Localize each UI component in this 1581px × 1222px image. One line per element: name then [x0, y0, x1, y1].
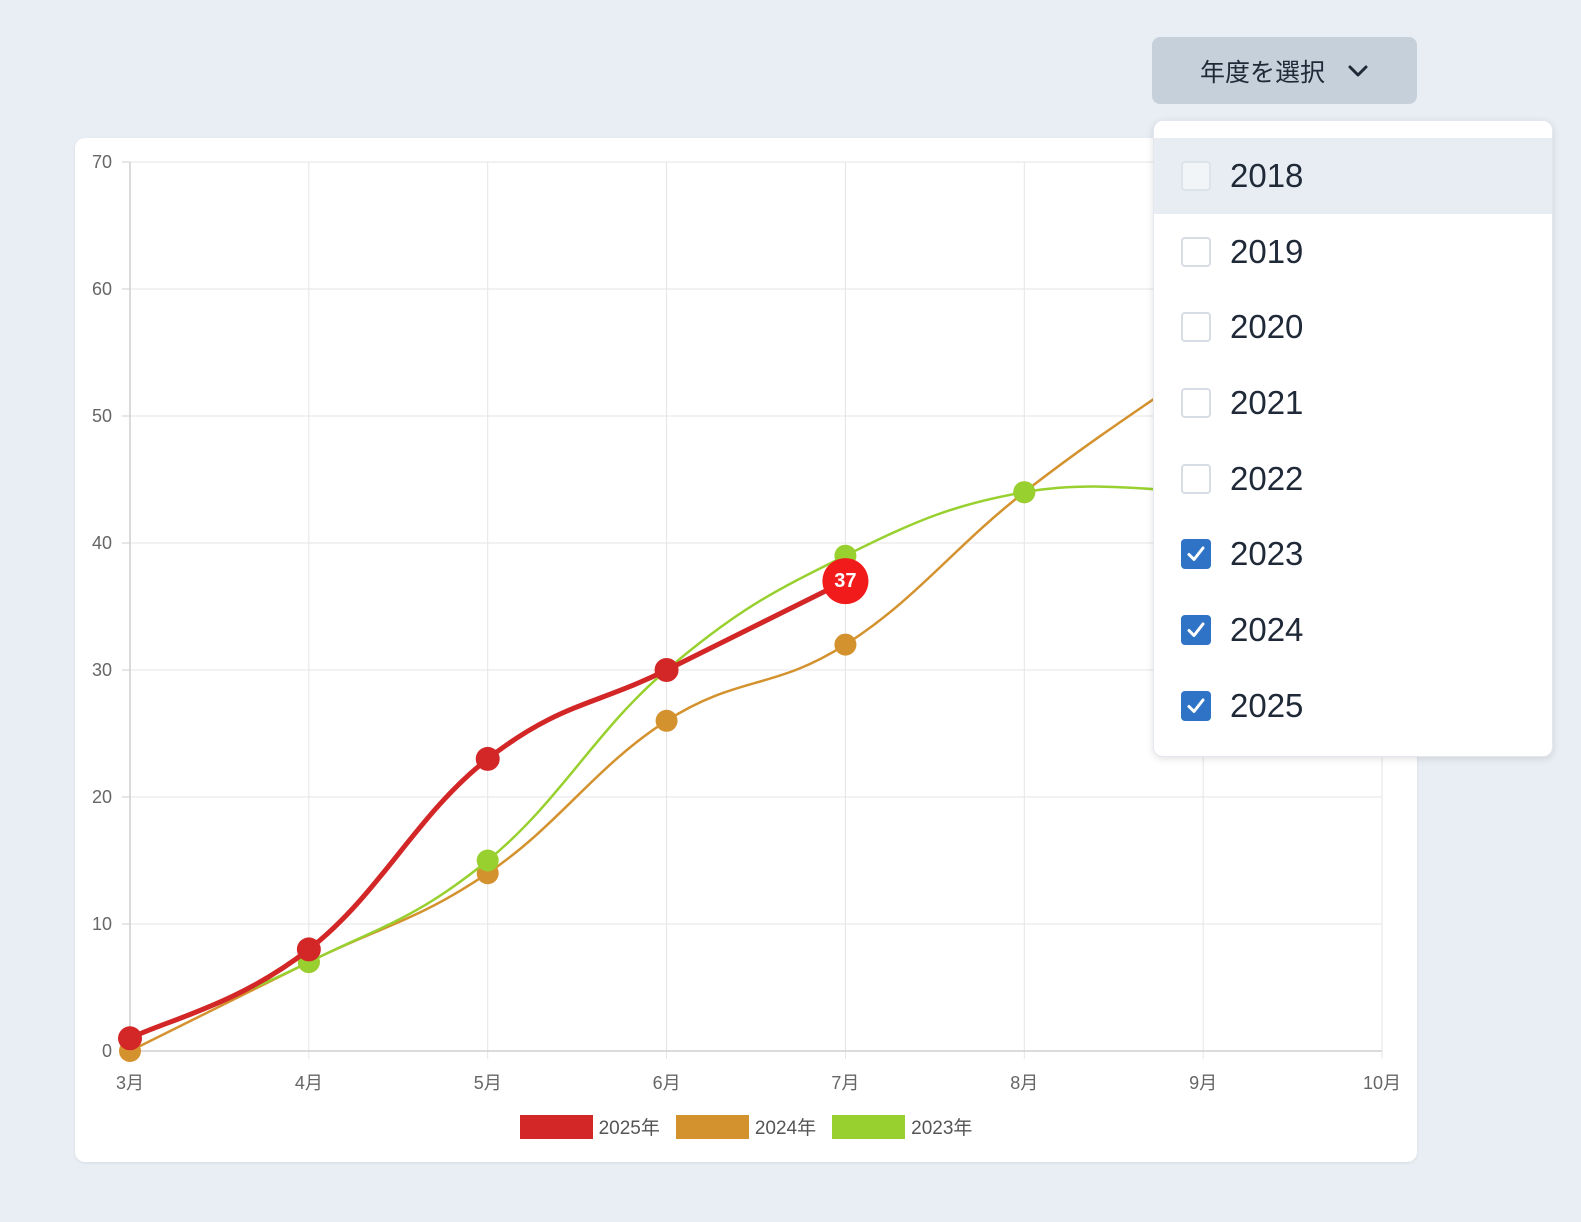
- checkbox-checked[interactable]: [1181, 539, 1211, 570]
- year-option-2023[interactable]: 2023: [1154, 516, 1552, 592]
- y-tick-label: 20: [92, 787, 112, 807]
- checkbox-unchecked[interactable]: [1181, 312, 1211, 343]
- legend-item[interactable]: 2024年: [675, 1113, 817, 1140]
- year-option-label: 2022: [1230, 459, 1304, 497]
- year-option-2020[interactable]: 2020: [1154, 289, 1552, 365]
- legend-label: 2023年: [911, 1118, 973, 1139]
- legend-item[interactable]: 2025年: [519, 1113, 660, 1140]
- legend-swatch: [832, 1114, 906, 1139]
- checkbox-unchecked[interactable]: [1181, 236, 1211, 267]
- year-option-label: 2021: [1230, 383, 1304, 421]
- checkbox-unchecked[interactable]: [1181, 463, 1211, 494]
- data-point-2025年: [475, 746, 500, 771]
- x-tick-label: 5月: [474, 1073, 502, 1093]
- year-option-2021[interactable]: 2021: [1154, 365, 1552, 441]
- checkmark-icon: [1187, 546, 1205, 562]
- checkbox-unchecked[interactable]: [1181, 387, 1211, 418]
- x-tick-label: 6月: [653, 1073, 681, 1093]
- y-tick-label: 40: [92, 533, 112, 553]
- data-point-2025年: [296, 937, 321, 962]
- year-option-label: 2019: [1230, 232, 1304, 270]
- data-point-2025年: [654, 658, 679, 682]
- x-tick-label: 8月: [1010, 1073, 1038, 1093]
- y-tick-label: 10: [92, 914, 112, 934]
- y-tick-label: 60: [92, 279, 112, 299]
- year-option-label: 2025: [1230, 686, 1304, 724]
- data-point-2024年: [655, 709, 678, 732]
- y-tick-label: 30: [92, 660, 112, 680]
- data-point-2023年: [476, 849, 499, 872]
- x-tick-label: 4月: [295, 1073, 323, 1093]
- year-option-2025[interactable]: 2025: [1154, 668, 1552, 744]
- checkbox-checked[interactable]: [1181, 614, 1211, 645]
- checkmark-icon: [1187, 698, 1205, 713]
- x-tick-label: 7月: [831, 1073, 859, 1093]
- y-tick-label: 70: [92, 152, 112, 172]
- y-tick-label: 0: [102, 1041, 112, 1061]
- year-option-2024[interactable]: 2024: [1154, 592, 1552, 668]
- year-option-label: 2024: [1230, 610, 1304, 648]
- legend-swatch: [675, 1114, 749, 1139]
- year-option-label: 2023: [1230, 535, 1304, 573]
- year-select-button[interactable]: 年度を選択: [1152, 37, 1417, 104]
- year-option-label: 2020: [1230, 308, 1304, 346]
- x-tick-label: 3月: [116, 1073, 144, 1093]
- data-point-2024年: [834, 633, 857, 656]
- legend-item[interactable]: 2023年: [832, 1113, 972, 1140]
- checkbox-unchecked[interactable]: [1181, 160, 1211, 191]
- year-option-2022[interactable]: 2022: [1154, 441, 1552, 517]
- year-select-label: 年度を選択: [1199, 57, 1325, 87]
- year-dropdown-menu: 2018 2019 2020 2021 2022 2023 2024 2025: [1153, 120, 1553, 757]
- data-point-2025年: [118, 1026, 142, 1051]
- chevron-down-icon: [1348, 65, 1368, 76]
- year-option-2019[interactable]: 2019: [1154, 214, 1552, 290]
- legend-label: 2024年: [754, 1118, 817, 1139]
- year-option-label: 2018: [1230, 156, 1304, 194]
- x-tick-label: 10月: [1363, 1073, 1401, 1093]
- legend-label: 2025年: [598, 1118, 660, 1139]
- checkbox-checked[interactable]: [1181, 690, 1211, 721]
- chart-legend: 2025年 2024年 2023年: [75, 1113, 1417, 1140]
- x-tick-label: 9月: [1189, 1073, 1217, 1093]
- legend-swatch: [519, 1114, 593, 1139]
- y-tick-label: 50: [92, 406, 112, 426]
- year-option-2018[interactable]: 2018: [1154, 138, 1552, 214]
- checkmark-icon: [1187, 622, 1205, 637]
- highlighted-data-label: 37: [834, 570, 856, 592]
- data-point-2023年: [1013, 481, 1036, 504]
